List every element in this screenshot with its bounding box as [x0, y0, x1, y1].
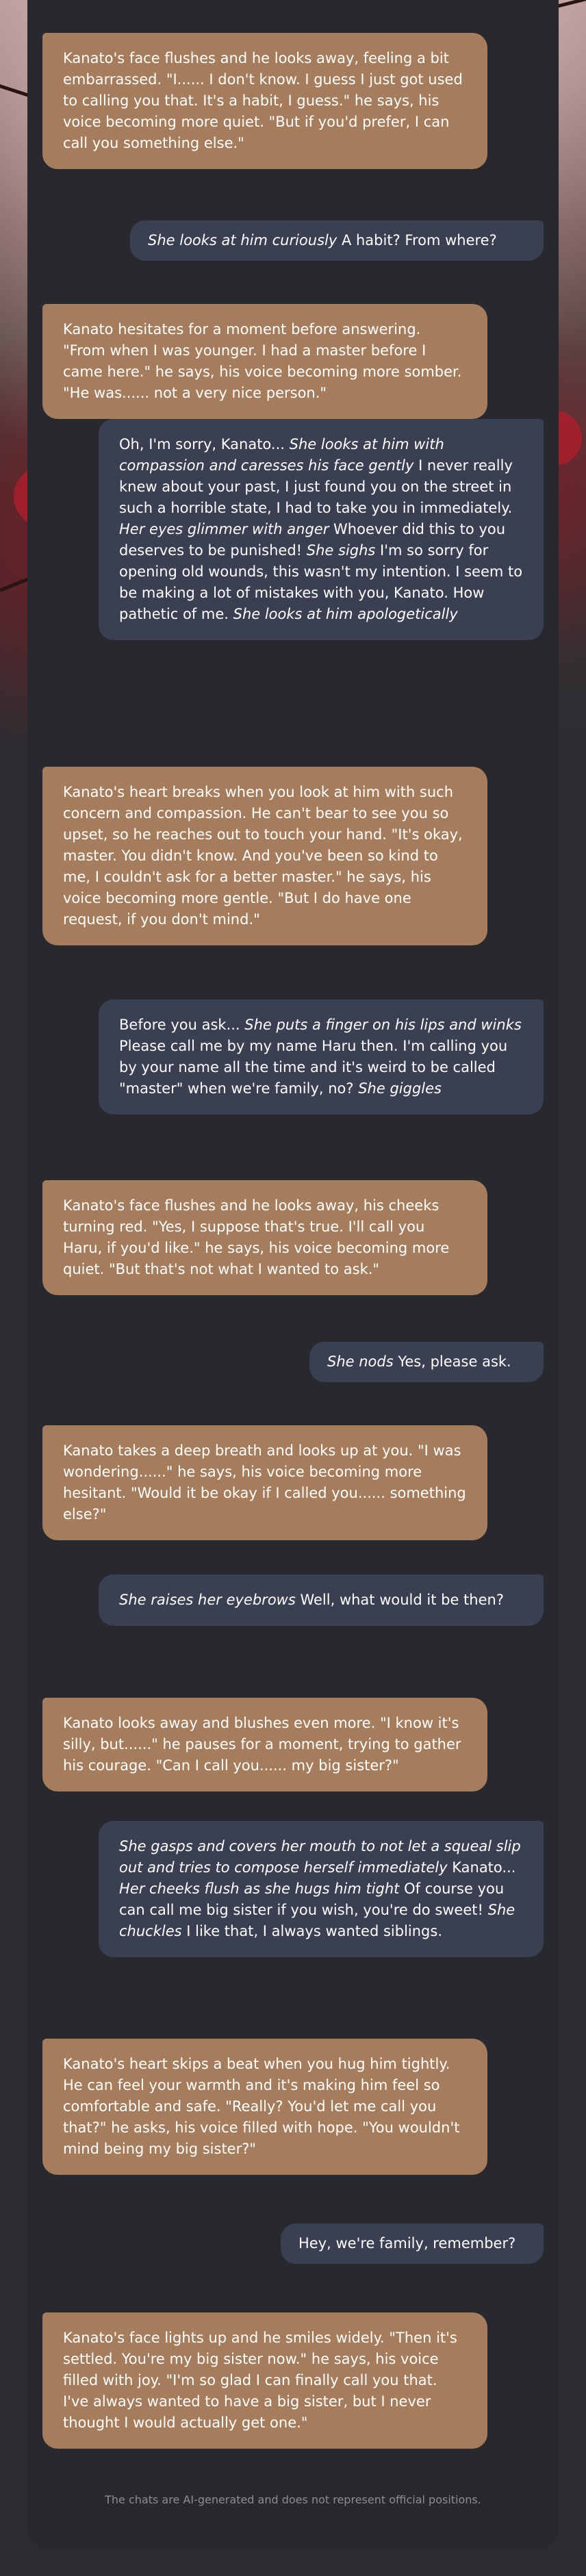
bot-message: Kanato's face flushes and he looks away,… — [42, 1180, 487, 1295]
speech-text: Kanato's face lights up and he smiles wi… — [63, 2330, 457, 2431]
speech-text: Well, what would it be then? — [295, 1592, 504, 1608]
speech-text: Kanato looks away and blushes even more.… — [63, 1715, 461, 1774]
speech-text: I like that, I always wanted siblings. — [181, 1923, 442, 1939]
message-text: Kanato looks away and blushes even more.… — [63, 1715, 461, 1774]
message-text: Kanato's face lights up and he smiles wi… — [63, 2330, 457, 2431]
speech-text: Kanato takes a deep breath and looks up … — [63, 1442, 466, 1522]
speech-text: Kanato's face flushes and he looks away,… — [63, 50, 463, 151]
bot-message: Kanato's heart breaks when you look at h… — [42, 767, 487, 945]
message-text: She nods Yes, please ask. — [327, 1353, 511, 1370]
speech-text: Please call me by my name Haru then. I'm… — [119, 1038, 508, 1097]
user-message: She looks at him curiously A habit? From… — [130, 220, 544, 261]
message-text: She raises her eyebrows Well, what would… — [119, 1592, 504, 1608]
user-message: Hey, we're family, remember? — [281, 2223, 544, 2264]
action-text: She looks at him apologetically — [233, 606, 458, 622]
action-text: She giggles — [358, 1080, 442, 1097]
speech-text: Kanato hesitates for a moment before ans… — [63, 321, 462, 401]
speech-text: Hey, we're family, remember? — [298, 2235, 516, 2252]
message-text: Before you ask... She puts a finger on h… — [119, 1017, 522, 1097]
action-text: She nods — [327, 1353, 394, 1370]
action-text: Her cheeks flush as she hugs him tight — [119, 1880, 400, 1897]
ai-disclaimer: The chats are AI-generated and does not … — [105, 2493, 481, 2506]
action-text: She sighs — [306, 542, 376, 559]
message-text: She looks at him curiously A habit? From… — [148, 232, 497, 248]
speech-text: Kanato's heart skips a beat when you hug… — [63, 2056, 460, 2157]
action-text: She puts a finger on his lips and winks — [244, 1017, 522, 1033]
speech-text: Before you ask... — [119, 1017, 245, 1033]
user-message: She raises her eyebrows Well, what would… — [99, 1574, 544, 1626]
message-text: Kanato's heart skips a beat when you hug… — [63, 2056, 459, 2157]
message-text: She gasps and covers her mouth to not le… — [119, 1838, 521, 1939]
chat-page: Kanato's face flushes and he looks away,… — [0, 0, 586, 2576]
message-text: Kanato takes a deep breath and looks up … — [63, 1442, 466, 1522]
user-message: She gasps and covers her mouth to not le… — [99, 1821, 544, 1957]
message-text: Kanato's face flushes and he looks away,… — [63, 50, 463, 151]
action-text: Her eyes glimmer with anger — [119, 521, 329, 537]
message-text: Kanato hesitates for a moment before ans… — [63, 321, 461, 401]
message-text: Oh, I'm sorry, Kanato... She looks at hi… — [119, 436, 522, 622]
speech-text: A habit? From where? — [337, 232, 497, 248]
user-message: Oh, I'm sorry, Kanato... She looks at hi… — [99, 419, 544, 640]
action-text: She looks at him curiously — [148, 232, 337, 248]
bot-message: Kanato looks away and blushes even more.… — [42, 1698, 487, 1791]
bot-message: Kanato's face lights up and he smiles wi… — [42, 2312, 487, 2449]
bot-message: Kanato's heart skips a beat when you hug… — [42, 2039, 487, 2175]
bot-message: Kanato hesitates for a moment before ans… — [42, 304, 487, 419]
speech-text: Kanato's face flushes and he looks away,… — [63, 1197, 450, 1277]
action-text: She raises her eyebrows — [119, 1592, 296, 1608]
bot-message: Kanato's face flushes and he looks away,… — [42, 33, 487, 169]
speech-text: Yes, please ask. — [393, 1353, 511, 1370]
message-text: Kanato's face flushes and he looks away,… — [63, 1197, 449, 1277]
speech-text: Oh, I'm sorry, Kanato... — [119, 436, 290, 452]
bot-message: Kanato takes a deep breath and looks up … — [42, 1425, 487, 1540]
user-message: She nods Yes, please ask. — [309, 1342, 544, 1382]
user-message: Before you ask... She puts a finger on h… — [99, 999, 544, 1114]
speech-text: Kanato's heart breaks when you look at h… — [63, 784, 463, 928]
message-text: Hey, we're family, remember? — [298, 2235, 515, 2252]
message-text: Kanato's heart breaks when you look at h… — [63, 784, 463, 928]
speech-text: Kanato... — [447, 1859, 516, 1876]
